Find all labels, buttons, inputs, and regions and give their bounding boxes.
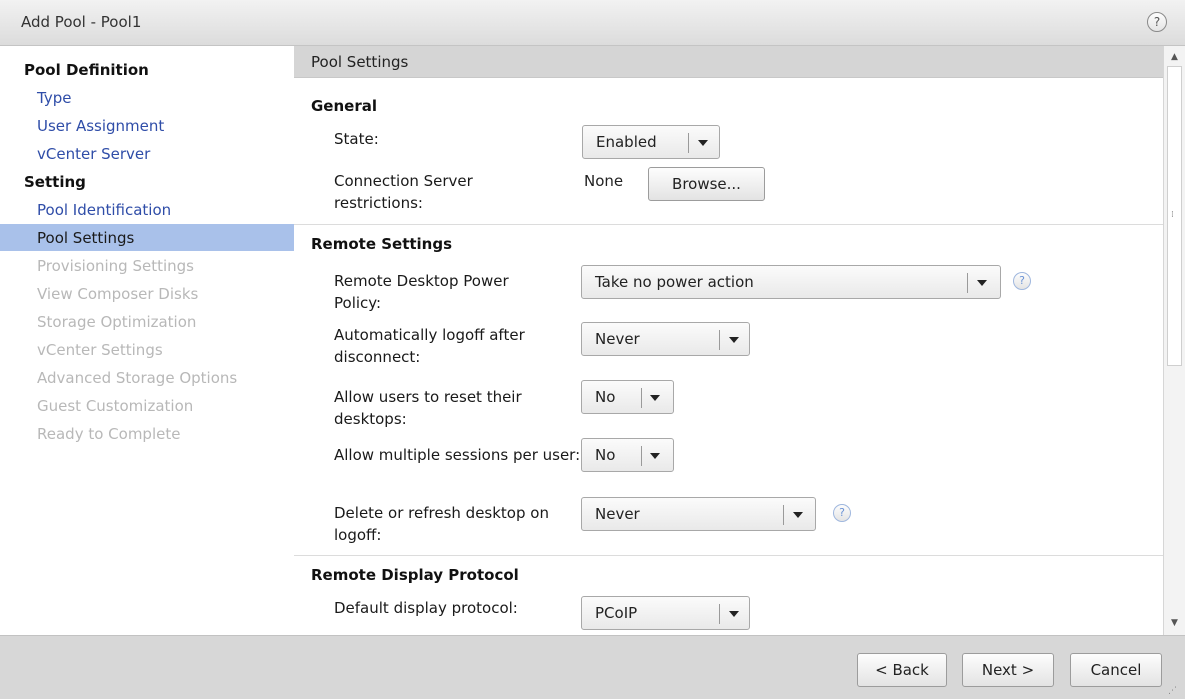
multiple-sessions-label: Allow multiple sessions per user: [334,446,581,464]
nav-item-guest-customization: Guest Customization [37,397,194,415]
section-divider [294,224,1163,225]
chevron-down-icon [650,395,660,401]
nav-item-storage-optimization: Storage Optimization [37,313,197,331]
chevron-down-icon [729,611,739,617]
power-policy-label: Remote Desktop Power Policy: [334,272,509,312]
select-separator [641,388,642,408]
help-icon[interactable]: ? [1147,12,1167,32]
reset-desktops-value: No [595,388,616,406]
resize-grip-icon[interactable]: ⋰ [1168,686,1177,696]
section-title-remote-settings: Remote Settings [311,235,453,253]
section-title-general: General [311,97,377,115]
restrictions-label: Connection Server restrictions: [334,172,473,212]
power-policy-value: Take no power action [595,273,754,291]
nav-item-view-composer-disks: View Composer Disks [37,285,199,303]
cancel-button[interactable]: Cancel [1070,653,1162,687]
power-policy-select[interactable]: Take no power action [581,265,1001,299]
pool-settings-panel: Pool Settings General State: Enabled Con… [294,46,1163,635]
state-select-value: Enabled [596,133,657,151]
select-separator [688,133,689,153]
chevron-down-icon [698,140,708,146]
wizard-nav: Pool Definition Type User Assignment vCe… [0,46,294,635]
delete-refresh-select[interactable]: Never [581,497,816,531]
section-title-remote-display: Remote Display Protocol [311,566,519,584]
select-separator [783,505,784,525]
scroll-thumb[interactable]: ⁞ [1167,66,1182,366]
nav-item-pool-settings[interactable]: Pool Settings [37,229,134,247]
window-titlebar: Add Pool - Pool1 ? [0,0,1185,46]
restrictions-value: None [584,172,624,190]
select-separator [719,330,720,350]
chevron-down-icon [729,337,739,343]
auto-logoff-value: Never [595,330,640,348]
select-separator [967,273,968,293]
content-scrollbar[interactable]: ▲ ⁞ ▼ [1163,46,1185,635]
delete-refresh-help-icon[interactable]: ? [833,504,851,522]
next-button[interactable]: Next > [962,653,1054,687]
chevron-down-icon [977,280,987,286]
select-separator [641,446,642,466]
reset-desktops-label: Allow users to reset their desktops: [334,388,522,428]
display-protocol-value: PCoIP [595,604,638,622]
display-protocol-select[interactable]: PCoIP [581,596,750,630]
nav-item-user-assignment[interactable]: User Assignment [37,117,164,135]
select-separator [719,604,720,624]
nav-item-vcenter-server[interactable]: vCenter Server [37,145,150,163]
browse-button[interactable]: Browse... [648,167,765,201]
chevron-down-icon [793,512,803,518]
nav-item-type[interactable]: Type [37,89,71,107]
auto-logoff-select[interactable]: Never [581,322,750,356]
grip-icon: ⁞ [1171,210,1174,220]
window-title: Add Pool - Pool1 [21,13,142,31]
multiple-sessions-select[interactable]: No [581,438,674,472]
nav-item-advanced-storage-options: Advanced Storage Options [37,369,238,387]
panel-header-title: Pool Settings [311,53,409,71]
back-button[interactable]: < Back [857,653,947,687]
scroll-up-arrow-icon[interactable]: ▲ [1167,50,1182,65]
wizard-footer: < Back Next > Cancel ⋰ [0,635,1185,699]
delete-refresh-value: Never [595,505,640,523]
section-divider [294,555,1163,556]
reset-desktops-select[interactable]: No [581,380,674,414]
nav-item-pool-identification[interactable]: Pool Identification [37,201,171,219]
state-select[interactable]: Enabled [582,125,720,159]
nav-item-provisioning-settings: Provisioning Settings [37,257,194,275]
multiple-sessions-value: No [595,446,616,464]
delete-refresh-label: Delete or refresh desktop on logoff: [334,504,549,544]
chevron-down-icon [650,453,660,459]
display-protocol-label: Default display protocol: [334,599,518,617]
power-policy-help-icon[interactable]: ? [1013,272,1031,290]
panel-header: Pool Settings [294,46,1163,78]
nav-heading-pool-definition: Pool Definition [24,61,149,79]
scroll-down-arrow-icon[interactable]: ▼ [1167,616,1182,631]
nav-item-ready-to-complete: Ready to Complete [37,425,181,443]
nav-item-vcenter-settings: vCenter Settings [37,341,163,359]
auto-logoff-label: Automatically logoff after disconnect: [334,326,525,366]
nav-heading-setting: Setting [24,173,86,191]
state-label: State: [334,130,379,148]
